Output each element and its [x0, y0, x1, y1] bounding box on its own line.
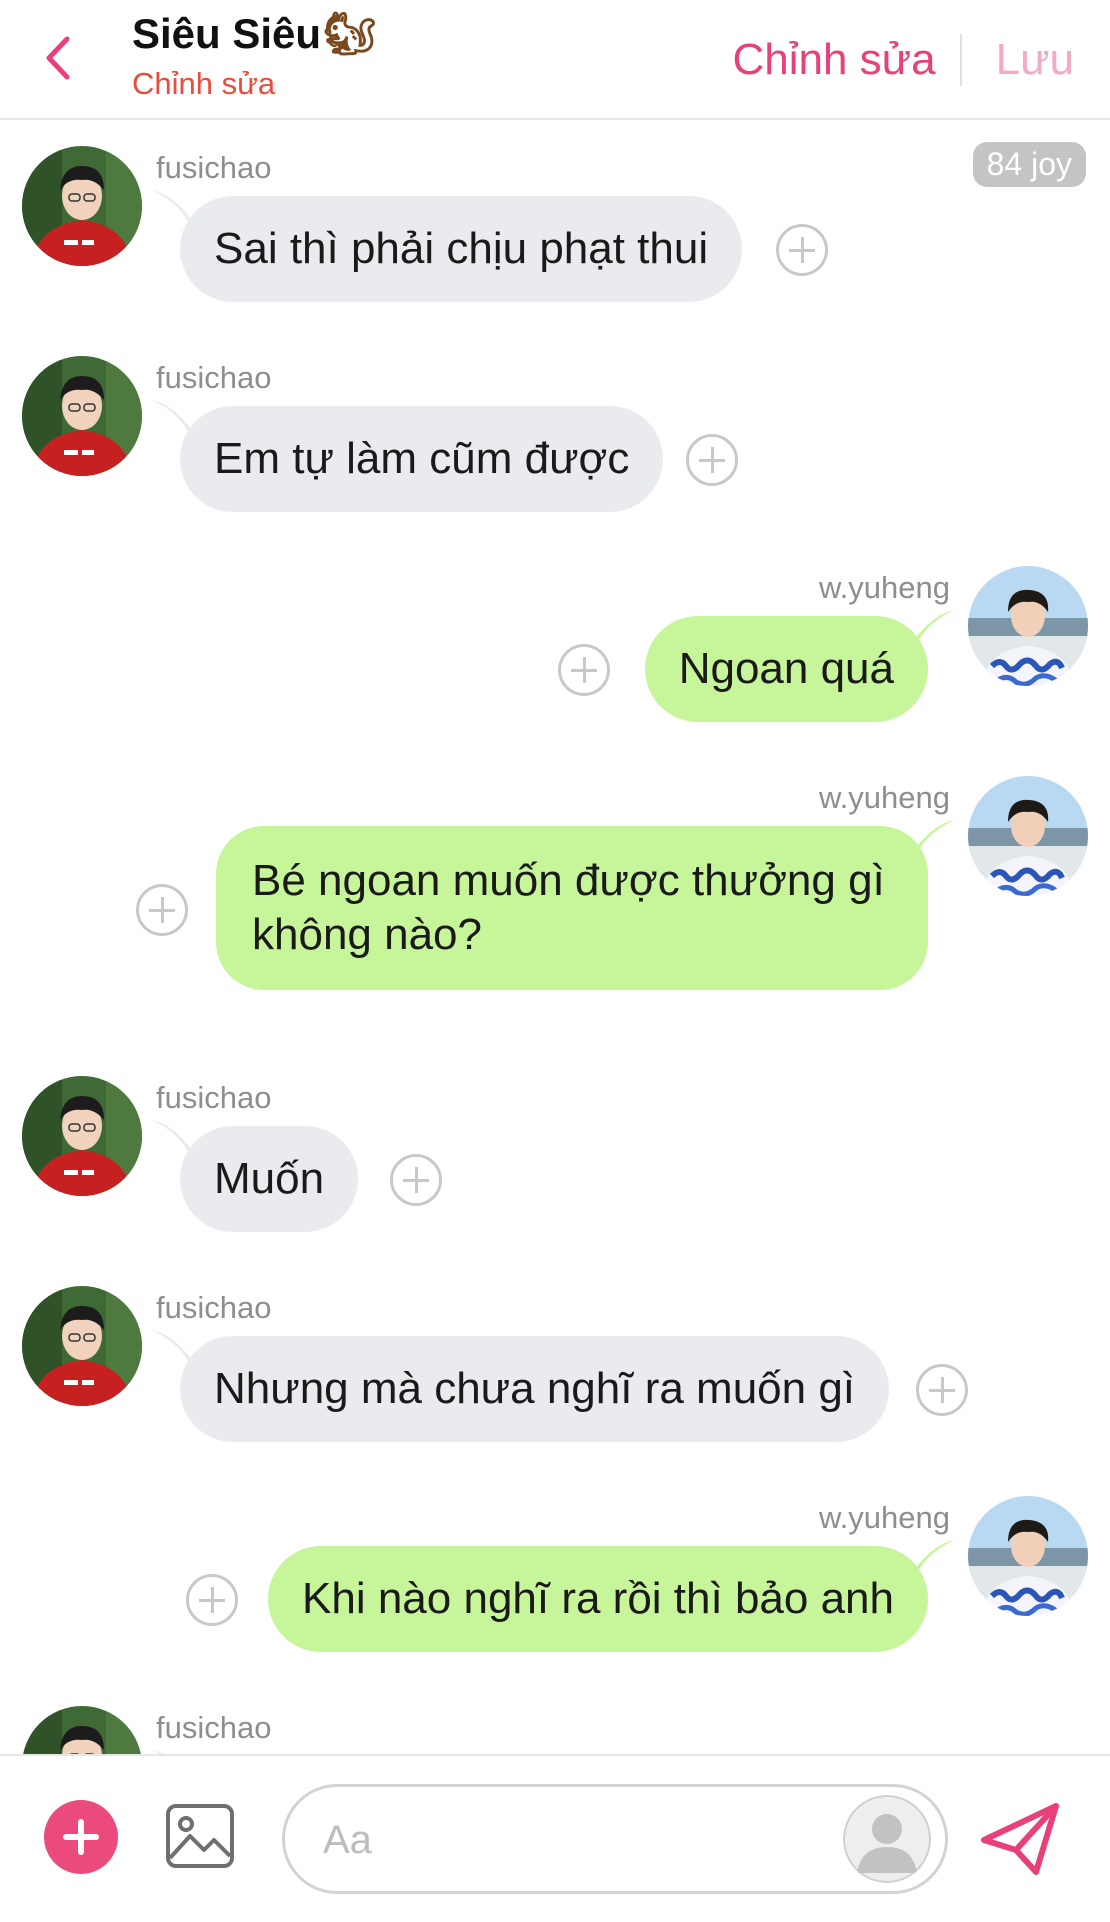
message-bubble[interactable]: Ngoan quá	[644, 616, 928, 722]
sender-name: w.yuheng	[819, 780, 950, 815]
add-reaction-button[interactable]	[916, 1364, 968, 1416]
add-reaction-button[interactable]	[186, 1574, 238, 1626]
sender-name: fusichao	[156, 150, 272, 185]
sender-name: w.yuheng	[819, 570, 950, 605]
squirrel-icon: 🐿	[323, 10, 377, 57]
joy-badge: 84 joy	[972, 142, 1086, 187]
add-reaction-button[interactable]	[558, 644, 610, 696]
add-reaction-button[interactable]	[136, 884, 188, 936]
avatar[interactable]	[22, 1706, 142, 1754]
message-input[interactable]	[321, 1807, 805, 1873]
add-reaction-button[interactable]	[390, 1154, 442, 1206]
message-bubble[interactable]: Em tự làm cũm được	[180, 406, 664, 512]
avatar-placeholder-icon[interactable]	[843, 1795, 931, 1883]
header-actions: Chỉnh sửa Lưu	[732, 34, 1074, 86]
avatar[interactable]	[22, 356, 142, 476]
sender-name: fusichao	[156, 360, 272, 395]
sender-name: fusichao	[156, 1710, 272, 1745]
add-reaction-button[interactable]	[776, 224, 828, 276]
message-bubble[interactable]: Bé ngoan muốn được thưởng gì không nào?	[216, 826, 928, 990]
sender-name: fusichao	[156, 1290, 272, 1325]
chevron-left-icon	[46, 36, 70, 80]
add-reaction-button[interactable]	[686, 434, 738, 486]
message-bubble[interactable]: Sai thì phải chịu phạt thui	[180, 196, 743, 302]
avatar[interactable]	[22, 146, 142, 266]
avatar[interactable]	[968, 566, 1088, 686]
avatar[interactable]	[22, 1286, 142, 1406]
save-button[interactable]: Lưu	[996, 35, 1074, 85]
avatar[interactable]	[22, 1076, 142, 1196]
avatar[interactable]	[968, 776, 1088, 896]
back-button[interactable]	[36, 30, 80, 86]
header-divider	[959, 34, 962, 86]
sender-name: fusichao	[156, 1080, 272, 1115]
chat-messages[interactable]: 84 joy fusichao Sai thì phải chịu phạt t…	[0, 120, 1110, 1754]
title-block: Siêu Siêu 🐿 Chỉnh sửa	[132, 8, 376, 102]
plus-icon[interactable]	[44, 1800, 118, 1874]
chat-title-text: Siêu Siêu	[132, 10, 322, 57]
message-bubble[interactable]: Nhưng mà chưa nghĩ ra muốn gì	[180, 1336, 890, 1442]
message-input-wrapper	[282, 1784, 948, 1894]
chat-title: Siêu Siêu 🐿	[132, 8, 376, 60]
message-bubble[interactable]: Khi nào nghĩ ra rồi thì bảo anh	[268, 1546, 928, 1652]
chat-header: Siêu Siêu 🐿 Chỉnh sửa Chỉnh sửa Lưu	[0, 0, 1110, 120]
message-bubble[interactable]: Muốn	[180, 1126, 359, 1232]
send-icon[interactable]	[980, 1800, 1062, 1878]
composer-bar	[0, 1754, 1110, 1922]
chat-subtitle[interactable]: Chỉnh sửa	[132, 66, 376, 102]
sender-name: w.yuheng	[819, 1500, 950, 1535]
image-icon[interactable]	[164, 1800, 236, 1872]
edit-button[interactable]: Chỉnh sửa	[732, 35, 935, 85]
avatar[interactable]	[968, 1496, 1088, 1616]
